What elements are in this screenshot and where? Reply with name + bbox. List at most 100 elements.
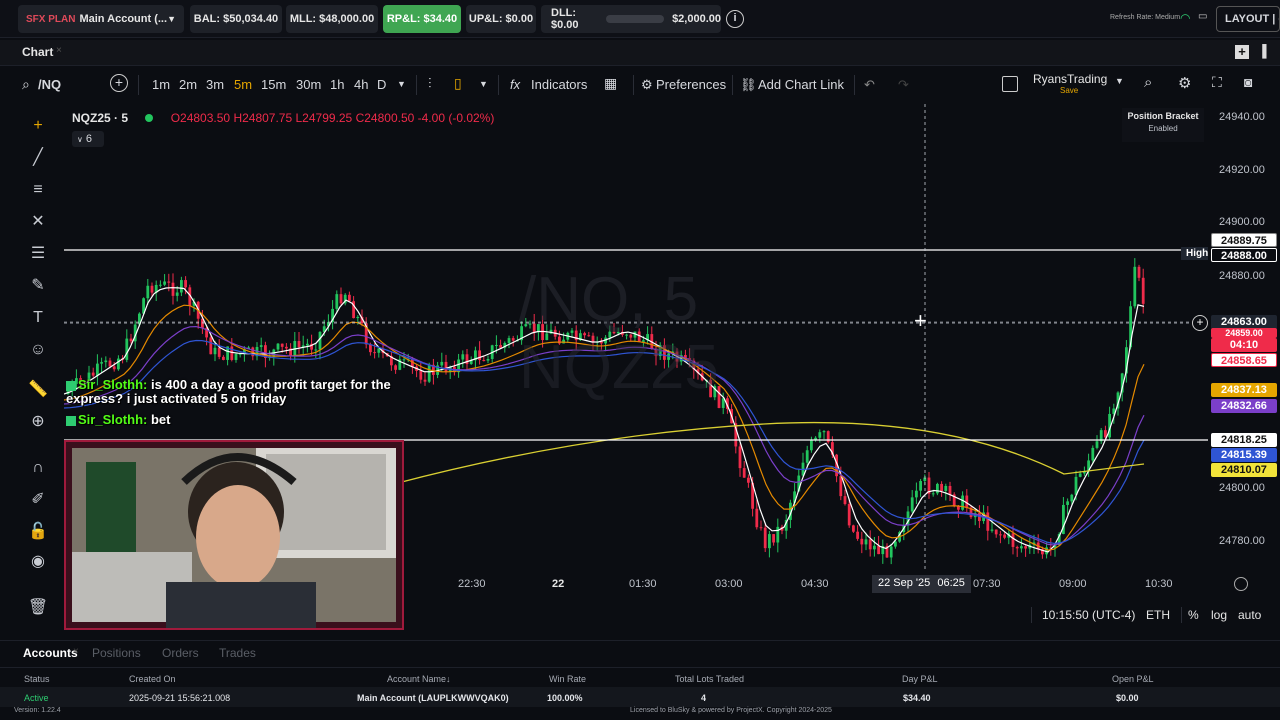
candle-body <box>163 281 166 285</box>
undo-icon[interactable]: ↶ <box>864 77 875 93</box>
tab-positions[interactable]: Positions <box>92 646 141 660</box>
legend-title[interactable]: NQZ25 · 5 <box>72 111 128 125</box>
percent-toggle[interactable]: % <box>1188 608 1199 622</box>
clock[interactable]: 10:15:50 (UTC-4) <box>1042 608 1135 622</box>
column-header-win-rate[interactable]: Win Rate <box>549 674 586 684</box>
column-header-created[interactable]: Created On <box>129 674 176 684</box>
timeframe-1h[interactable]: 1h <box>330 77 344 92</box>
trend-line-icon[interactable]: ╱ <box>26 146 50 170</box>
brush-icon[interactable]: ✎ <box>26 274 50 298</box>
dll-badge: DLL: $0.00 $2,000.00 <box>541 5 721 33</box>
eye-icon[interactable]: ◉ <box>26 550 50 574</box>
lock-icon[interactable]: 🔓 <box>26 520 50 544</box>
zoom-in-icon[interactable]: ⊕ <box>26 410 50 434</box>
info-icon[interactable]: i <box>726 10 744 28</box>
tab-trades[interactable]: Trades <box>219 646 256 660</box>
fib-icon[interactable]: ☰ <box>26 242 50 266</box>
chevron-down-icon[interactable]: ▼ <box>479 79 488 89</box>
live-status-dot <box>145 114 154 122</box>
session-toggle[interactable]: ETH <box>1146 608 1170 622</box>
search-icon[interactable]: ⌕ <box>22 76 30 93</box>
timeframe-15m[interactable]: 15m <box>261 77 286 92</box>
bar-chart-icon[interactable]: ⫶ <box>428 75 432 92</box>
time-tick: 04:30 <box>801 578 829 590</box>
timeframe-5m[interactable]: 5m <box>234 77 252 92</box>
sort-arrow-icon[interactable]: ↓ <box>446 674 451 684</box>
indicators-button[interactable]: Indicators <box>531 77 587 92</box>
link-icon[interactable]: ⛓ <box>740 77 757 93</box>
text-icon[interactable]: T <box>26 306 50 330</box>
layout-button[interactable]: LAYOUT | de <box>1216 6 1280 32</box>
price-scale[interactable]: 24940.00 24920.00 24900.00 24880.00 2480… <box>1208 104 1280 576</box>
emoji-icon[interactable]: ☺ <box>26 338 50 362</box>
preferences-button[interactable]: Preferences <box>656 77 726 92</box>
timeframe-d[interactable]: D <box>377 77 386 92</box>
trash-icon[interactable]: 🗑 <box>26 596 50 620</box>
time-tick: 22:30 <box>458 578 486 590</box>
horizontal-lines-icon[interactable]: ≡ <box>26 178 50 202</box>
add-panel-icon[interactable]: + <box>1235 45 1249 59</box>
column-header-lots[interactable]: Total Lots Traded <box>675 674 744 684</box>
timeframe-3m[interactable]: 3m <box>206 77 224 92</box>
chevron-down-icon[interactable]: ▼ <box>397 79 406 89</box>
tab-accounts[interactable]: Accounts <box>23 646 78 660</box>
panel-menu-icon[interactable]: ▐ <box>1258 44 1267 58</box>
settings-icon[interactable] <box>1234 577 1248 591</box>
candle-body <box>894 541 897 547</box>
timeframe-30m[interactable]: 30m <box>296 77 321 92</box>
candle-body <box>843 496 847 505</box>
crosshair-icon[interactable]: + <box>26 114 50 138</box>
pattern-icon[interactable]: ✕ <box>26 210 50 234</box>
add-order-icon[interactable]: + <box>1192 315 1208 331</box>
zoom-icon[interactable]: ⌕ <box>1144 74 1152 91</box>
minimize-icon[interactable]: ▭ <box>1198 11 1210 23</box>
candle-body <box>486 358 490 361</box>
account-name-cell: Main Account (LAUPLKWWVQAK0) <box>357 693 509 703</box>
templates-icon[interactable]: ▦ <box>604 75 617 92</box>
fullscreen-icon[interactable]: ⛶ <box>1212 74 1222 91</box>
tab-chart[interactable]: Chart <box>22 45 53 59</box>
timeframe-4h[interactable]: 4h <box>354 77 368 92</box>
timeframe-1m[interactable]: 1m <box>152 77 170 92</box>
studies-toggle[interactable]: ∨ 6 <box>72 131 104 147</box>
magnet-icon[interactable]: ∩ <box>26 456 50 480</box>
candlestick-icon[interactable]: ▯ <box>454 75 462 92</box>
symbol-input[interactable]: /NQ <box>38 77 61 92</box>
auto-toggle[interactable]: auto <box>1238 608 1261 622</box>
license-label: Licensed to BluSky & powered by ProjectX… <box>630 707 832 714</box>
candle-body <box>427 364 431 382</box>
timeframe-2m[interactable]: 2m <box>179 77 197 92</box>
close-icon[interactable]: × <box>56 45 62 56</box>
divider <box>1181 607 1182 623</box>
lock-drawing-icon[interactable]: ✐ <box>26 488 50 512</box>
column-header-open-pnl[interactable]: Open P&L <box>1112 674 1154 684</box>
layout-checkbox[interactable] <box>1002 76 1018 92</box>
account-selector[interactable]: SFX PLAN Main Account (... ▼ <box>18 5 184 33</box>
column-header-status[interactable]: Status <box>24 674 50 684</box>
camera-icon[interactable]: ◙ <box>1244 74 1252 90</box>
divider <box>138 75 139 95</box>
candle-body <box>961 495 964 510</box>
ruler-icon[interactable]: 📏 <box>26 378 50 402</box>
function-icon[interactable]: fx <box>510 77 520 92</box>
price-label-ma-red: 24858.65 <box>1211 353 1277 367</box>
column-header-account-name[interactable]: Account Name <box>387 674 446 684</box>
add-symbol-icon[interactable]: + <box>110 74 128 92</box>
tab-orders[interactable]: Orders <box>162 646 199 660</box>
log-toggle[interactable]: log <box>1211 608 1227 622</box>
profile-save[interactable]: Save <box>1060 86 1078 95</box>
close-icon[interactable]: × <box>73 646 79 657</box>
profile-name[interactable]: RyansTrading <box>1033 72 1107 86</box>
chevron-down-icon: ∨ <box>77 135 83 144</box>
settings-icon[interactable]: ⚙ <box>1178 74 1191 92</box>
candle-body <box>877 545 880 555</box>
gear-icon[interactable]: ⚙ <box>641 77 653 93</box>
add-chart-link-button[interactable]: Add Chart Link <box>758 77 844 92</box>
candle-body <box>810 440 813 451</box>
position-bracket-panel[interactable]: Position Bracket Enabled <box>1122 108 1204 142</box>
chevron-down-icon[interactable]: ▼ <box>1115 76 1124 86</box>
time-tick: 22 <box>552 578 565 590</box>
candle-body <box>1020 546 1023 549</box>
redo-icon[interactable]: ↷ <box>898 77 909 93</box>
column-header-day-pnl[interactable]: Day P&L <box>902 674 938 684</box>
